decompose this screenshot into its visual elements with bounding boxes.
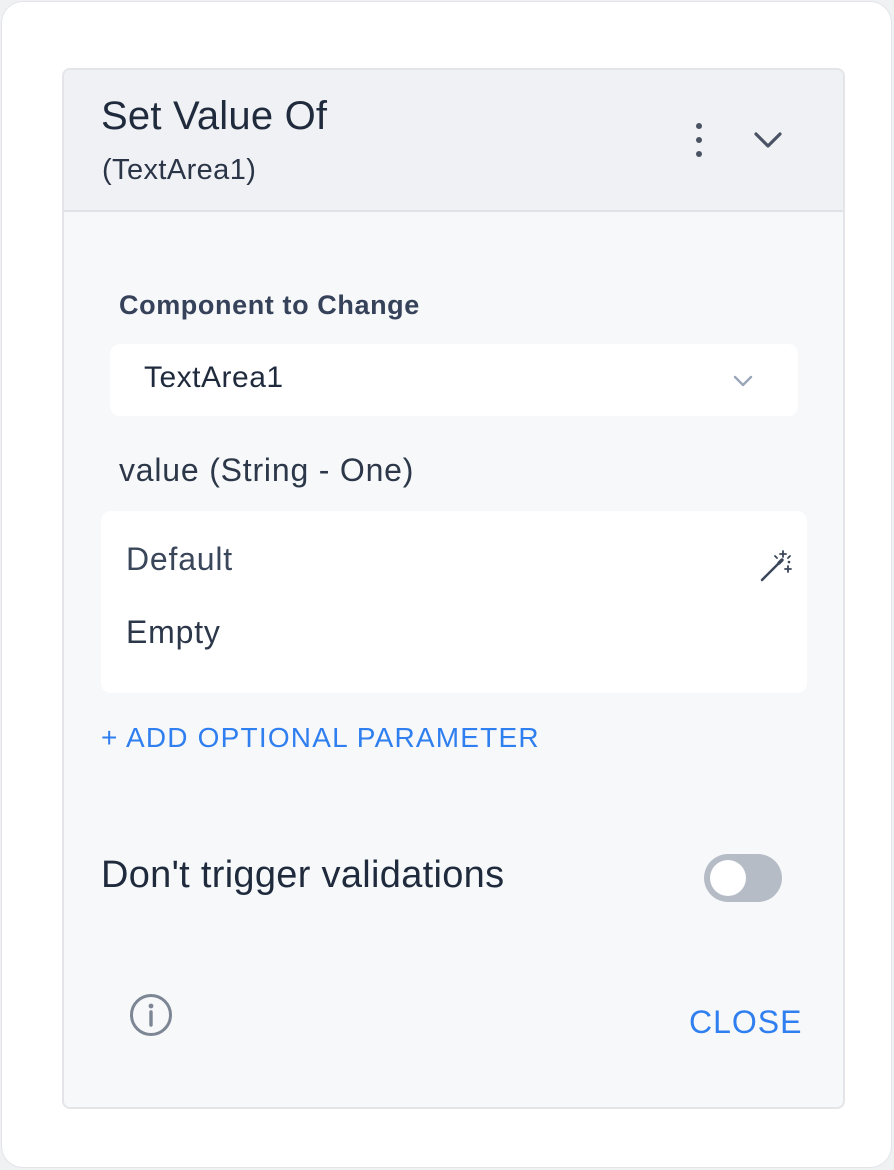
value-parameter-field[interactable]: Default Empty bbox=[101, 511, 807, 693]
value-parameter-line1: Default bbox=[126, 541, 233, 577]
dont-trigger-validations-toggle[interactable] bbox=[704, 854, 782, 902]
info-icon[interactable] bbox=[128, 992, 174, 1038]
action-card: Set Value Of (TextArea1) Component to Ch… bbox=[62, 68, 845, 1109]
value-parameter-line2: Empty bbox=[126, 614, 221, 650]
kebab-menu-icon[interactable] bbox=[684, 120, 714, 160]
collapse-chevron-icon[interactable] bbox=[748, 120, 788, 160]
magic-wand-icon[interactable] bbox=[757, 549, 793, 585]
dont-trigger-validations-label: Don't trigger validations bbox=[101, 854, 505, 896]
value-parameter-label: value (String - One) bbox=[119, 452, 415, 488]
chevron-down-icon bbox=[728, 366, 758, 396]
kebab-dot bbox=[696, 123, 702, 129]
component-select-value: TextArea1 bbox=[144, 361, 284, 394]
action-subtitle: (TextArea1) bbox=[102, 154, 257, 186]
component-to-change-label: Component to Change bbox=[119, 290, 420, 320]
close-button[interactable]: CLOSE bbox=[689, 1004, 802, 1041]
kebab-dot bbox=[696, 151, 702, 157]
card-header[interactable]: Set Value Of (TextArea1) bbox=[64, 70, 843, 212]
kebab-dot bbox=[696, 137, 702, 143]
action-title: Set Value Of bbox=[101, 94, 328, 138]
add-optional-parameter-button[interactable]: + ADD OPTIONAL PARAMETER bbox=[101, 722, 540, 754]
component-select[interactable]: TextArea1 bbox=[110, 344, 798, 416]
toggle-knob bbox=[710, 860, 746, 896]
panel-frame: Set Value Of (TextArea1) Component to Ch… bbox=[1, 1, 892, 1168]
